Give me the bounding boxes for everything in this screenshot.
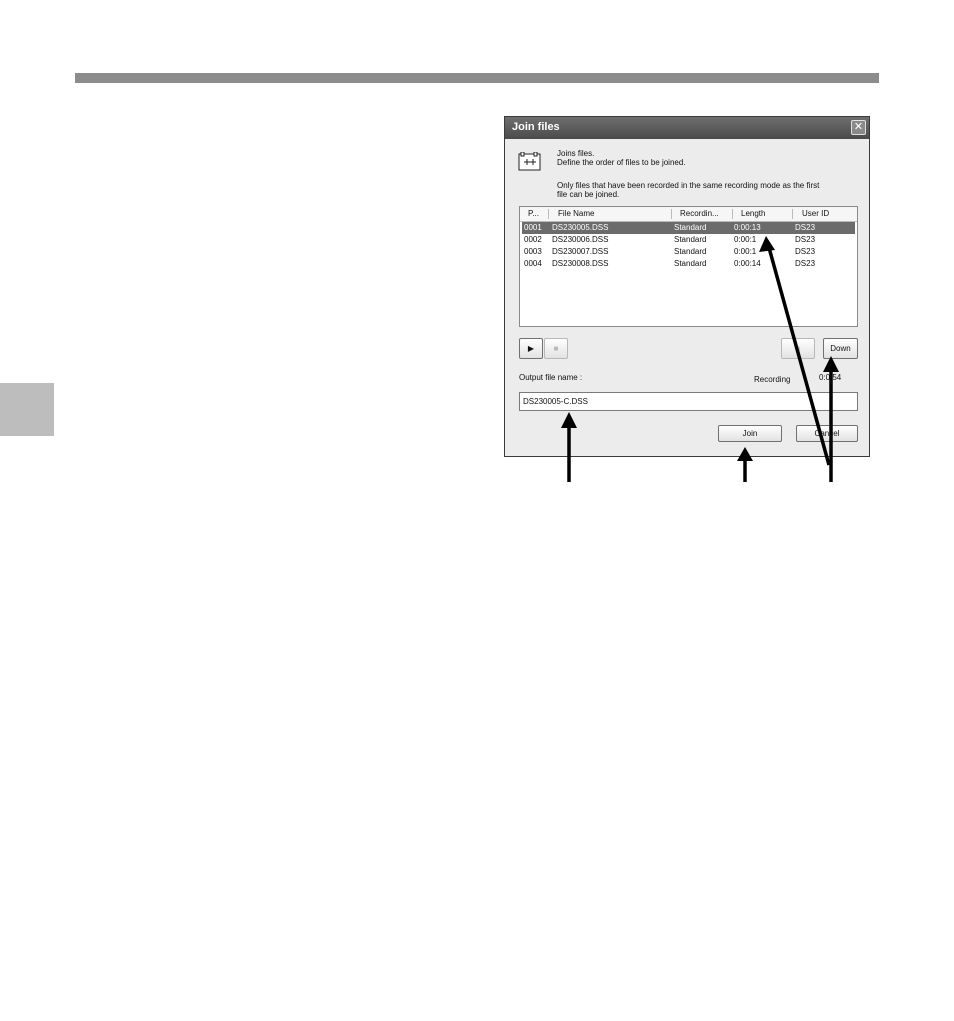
callout-arrow (766, 243, 831, 466)
callout-arrow-head (561, 412, 577, 428)
callout-arrow-head (737, 447, 753, 461)
callout-arrow-head (759, 236, 775, 252)
callout-arrows (561, 236, 839, 482)
callout-arrow-head (823, 356, 839, 372)
